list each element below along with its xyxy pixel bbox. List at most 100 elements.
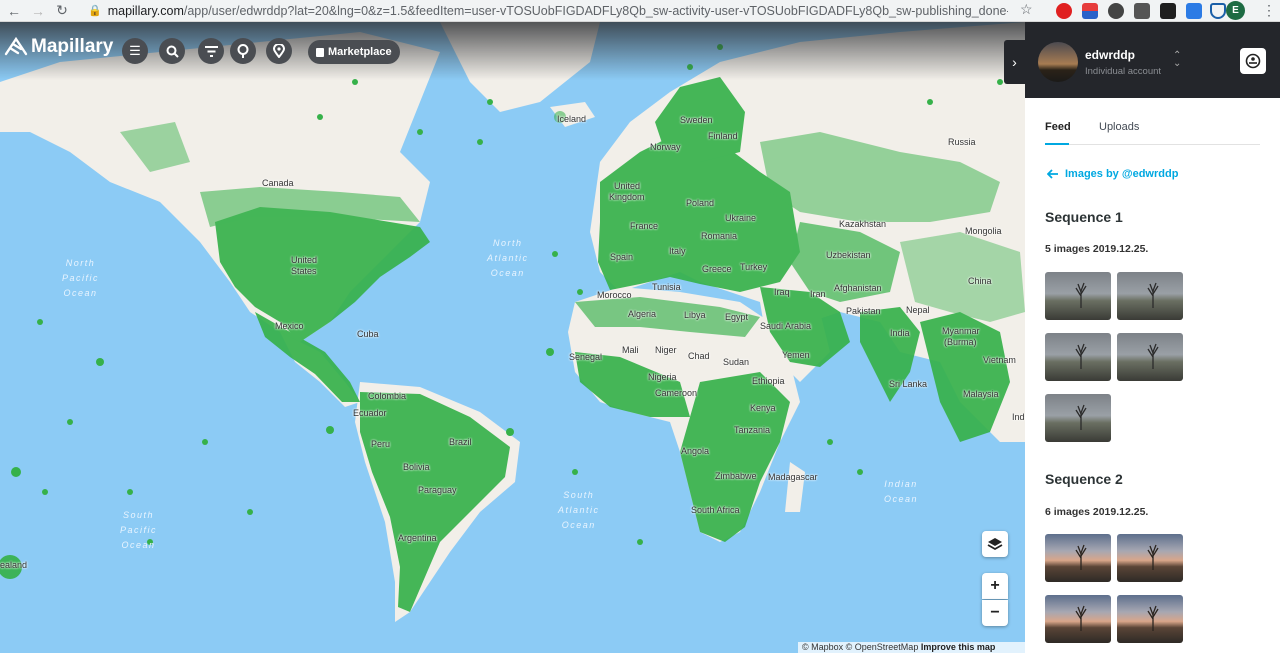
url-host: mapillary.com	[107, 3, 184, 18]
flag-extension-icon[interactable]	[1082, 3, 1098, 19]
address-bar[interactable]: mapillary.com/app/user/edwrddp?lat=20&ln…	[108, 4, 1008, 18]
dark-extension-icon[interactable]	[1160, 3, 1176, 19]
lock-icon: 🔒	[88, 5, 102, 17]
map-attribution: © Mapbox © OpenStreetMap Improve this ma…	[798, 642, 1025, 653]
tree-silhouette	[1075, 343, 1087, 369]
map-label: Chad	[688, 351, 710, 361]
layers-icon	[987, 538, 1003, 551]
chevron-right-icon: ›	[1012, 54, 1017, 70]
map-label: ealand	[0, 560, 28, 570]
bookmark-star-icon[interactable]: ☆	[1020, 1, 1033, 18]
profile-avatar[interactable]: E	[1226, 1, 1245, 20]
back-icon[interactable]: ←	[4, 1, 24, 21]
map-label: Tanzania	[734, 425, 771, 435]
filter-icon	[204, 45, 218, 57]
marketplace-button[interactable]: Marketplace	[308, 40, 400, 64]
image-thumbnail[interactable]	[1117, 272, 1183, 320]
sequence-subtitle: 5 images 2019.12.25.	[1045, 243, 1149, 255]
tree-silhouette	[1075, 282, 1087, 308]
image-thumbnail[interactable]	[1045, 595, 1111, 643]
opera-extension-icon[interactable]	[1056, 3, 1072, 19]
menu-kebab-icon[interactable]: ⋮	[1262, 2, 1276, 19]
tree-silhouette	[1075, 605, 1087, 631]
map-label: Cuba	[357, 329, 379, 339]
map-label: (Burma)	[944, 337, 977, 347]
tree-silhouette	[1147, 282, 1159, 308]
tab-feed[interactable]: Feed	[1045, 119, 1071, 145]
sequence-title[interactable]: Sequence 2	[1045, 471, 1123, 487]
sign-icon	[237, 44, 249, 58]
map-label: Mexico	[275, 321, 304, 331]
map-label: Brazil	[449, 437, 472, 447]
tab-uploads[interactable]: Uploads	[1099, 119, 1139, 145]
image-thumbnail[interactable]	[1117, 595, 1183, 643]
marketplace-label: Marketplace	[328, 46, 392, 58]
image-thumbnail[interactable]	[1045, 534, 1111, 582]
map-label: Sudan	[723, 357, 750, 367]
map-label: Pakistan	[846, 306, 881, 316]
improve-map-link[interactable]: Improve this map	[921, 642, 996, 652]
url-path: /app/user/edwrddp?lat=20&lng=0&z=1.5&fee…	[183, 3, 1008, 18]
forward-icon[interactable]: →	[28, 1, 48, 21]
map-label: United	[614, 181, 641, 191]
user-avatar[interactable]	[1038, 42, 1078, 82]
map-label: Iraq	[774, 287, 790, 297]
map-label: Yemen	[782, 350, 810, 360]
map-label: Afghanistan	[834, 283, 882, 293]
image-thumbnail[interactable]	[1045, 333, 1111, 381]
filter-button[interactable]	[198, 38, 224, 64]
map-label: Algeria	[628, 309, 657, 319]
sequence-title[interactable]: Sequence 1	[1045, 209, 1123, 225]
zoom-in-button[interactable]: +	[982, 573, 1008, 599]
map-label: Canada	[262, 178, 294, 188]
spy-extension-icon[interactable]	[1108, 3, 1124, 19]
map-features-button[interactable]	[266, 38, 292, 64]
image-thumbnail[interactable]	[1045, 272, 1111, 320]
id-extension-icon[interactable]	[1186, 3, 1202, 19]
map-label: Kazakhstan	[839, 219, 887, 229]
ocean-label: North Pacific Ocean	[62, 258, 100, 298]
map-label: Peru	[371, 439, 391, 449]
marketplace-icon	[316, 47, 324, 57]
map-label: Mongolia	[965, 226, 1002, 236]
zoom-out-button[interactable]: −	[982, 600, 1008, 626]
reload-icon[interactable]: ↻	[52, 1, 72, 21]
map-label: Cameroon	[655, 388, 698, 398]
panel-tabs: Feed Uploads	[1045, 119, 1260, 145]
map-label: Paraguay	[418, 485, 457, 495]
image-thumbnail[interactable]	[1117, 534, 1183, 582]
username[interactable]: edwrddp	[1085, 48, 1135, 62]
panel-header: edwrddp Individual account ⌃ ⌄	[1025, 22, 1280, 98]
printer-extension-icon[interactable]	[1134, 3, 1150, 19]
map-label: India	[890, 328, 910, 338]
hamburger-menu-button[interactable]: ☰	[122, 38, 148, 64]
account-settings-button[interactable]	[1240, 48, 1266, 74]
world-landmass	[0, 22, 1025, 622]
logo-text: Mapillary	[31, 36, 114, 57]
map-label: Iceland	[557, 114, 587, 124]
map-label: Malaysia	[963, 389, 999, 399]
ocean-label: South Pacific Ocean	[120, 510, 158, 550]
image-thumbnail[interactable]	[1045, 394, 1111, 442]
map-label: Egypt	[725, 312, 749, 322]
map-label: Mali	[622, 345, 639, 355]
collapse-panel-button[interactable]: ›	[1004, 40, 1025, 84]
mapillary-logo[interactable]: Mapillary	[4, 36, 113, 58]
map-label: Italy	[669, 246, 686, 256]
delta-extension-icon[interactable]	[1210, 3, 1226, 19]
map-label: United	[291, 255, 318, 265]
traffic-signs-button[interactable]	[230, 38, 256, 64]
map-label: Russia	[948, 137, 976, 147]
map-label: Poland	[686, 198, 715, 208]
mapillary-logo-icon	[4, 36, 28, 56]
tree-silhouette	[1147, 544, 1159, 570]
map-canvas[interactable]: Iceland Sweden Finland Norway Russia Uni…	[0, 22, 1025, 653]
account-switch-icon[interactable]: ⌃ ⌄	[1173, 51, 1181, 69]
layers-button[interactable]	[982, 531, 1008, 557]
search-button[interactable]	[159, 38, 185, 64]
map-label: China	[968, 276, 992, 286]
image-thumbnail[interactable]	[1117, 333, 1183, 381]
back-to-images-link[interactable]: Images by @edwrddp	[1047, 168, 1178, 180]
map-label: Niger	[655, 345, 677, 355]
map-label: Saudi Arabia	[760, 321, 812, 331]
